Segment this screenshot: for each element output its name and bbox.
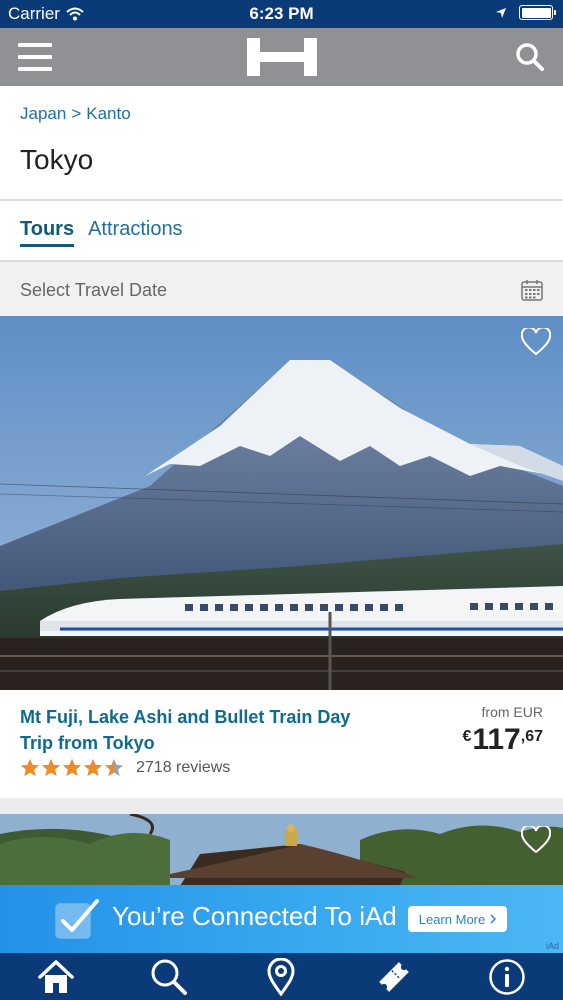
learn-more-label: Learn More: [418, 911, 486, 927]
tour-title[interactable]: Mt Fuji, Lake Ashi and Bullet Train Day …: [20, 704, 360, 756]
breadcrumb-separator: >: [71, 104, 82, 123]
star-icon: [63, 759, 81, 776]
divider: [0, 199, 563, 201]
chevron-right-icon: [490, 914, 497, 924]
learn-more-button[interactable]: Learn More: [408, 906, 507, 932]
travel-date-picker[interactable]: Select Travel Date: [0, 262, 563, 316]
tour-image[interactable]: [0, 316, 563, 690]
ticket-icon: [379, 961, 409, 992]
review-count: 2718 reviews: [136, 759, 231, 776]
calendar-icon[interactable]: [521, 279, 543, 301]
hamburger-menu-icon[interactable]: [18, 41, 52, 73]
temple-photo: [0, 814, 563, 886]
hostelworld-h-logo: [247, 38, 317, 76]
price-cents: ,67: [520, 728, 543, 745]
battery-icon: [519, 5, 556, 20]
breadcrumb-japan[interactable]: Japan: [20, 104, 66, 124]
tab-attractions[interactable]: Attractions: [88, 218, 182, 247]
favorite-heart-icon[interactable]: [521, 328, 551, 356]
breadcrumb-kanto[interactable]: Kanto: [86, 104, 130, 124]
status-bar: Carrier 6:23 PM: [0, 0, 563, 28]
iad-message: You’re Connected To iAd: [112, 901, 397, 931]
star-icon: [42, 759, 60, 776]
tabs: Tours Attractions: [20, 218, 183, 247]
rating-row: 2718 reviews: [20, 758, 230, 778]
star-icon: [84, 759, 102, 776]
star-icon: [105, 759, 123, 776]
price-currency: €: [462, 728, 472, 745]
nav-bar: [0, 28, 563, 86]
star-icon: [21, 759, 39, 776]
search-icon[interactable]: [515, 42, 545, 72]
status-time: 6:23 PM: [249, 4, 314, 23]
star-rating: [20, 758, 124, 778]
home-icon: [38, 959, 75, 993]
price-amount: 117: [472, 723, 521, 756]
breadcrumb: Japan > Kanto: [20, 104, 131, 124]
info-icon: [488, 958, 525, 995]
tour-image[interactable]: [0, 814, 563, 886]
location-pin-icon: [267, 957, 295, 996]
tab-bar-search[interactable]: [147, 955, 191, 999]
iad-banner[interactable]: You’re Connected To iAd Learn More iAd: [0, 885, 563, 953]
favorite-heart-icon[interactable]: [521, 826, 551, 854]
tab-bar-tickets[interactable]: [372, 955, 416, 999]
iad-tag: iAd: [545, 941, 559, 951]
tab-bar-info[interactable]: [485, 955, 529, 999]
bottom-tab-bar: [0, 953, 563, 1000]
search-icon: [151, 959, 187, 995]
location-arrow-icon: [496, 7, 506, 18]
tour-card[interactable]: Mt Fuji, Lake Ashi and Bullet Train Day …: [0, 690, 563, 800]
travel-date-label: Select Travel Date: [20, 280, 168, 300]
price-block: from EUR € 117 ,67: [462, 704, 543, 756]
checkmark-icon: [55, 899, 99, 939]
tab-bar-home[interactable]: [34, 955, 78, 999]
price-from-label: from EUR: [481, 704, 543, 720]
card-separator: [0, 798, 563, 814]
price: € 117 ,67: [462, 724, 543, 756]
mt-fuji-bullet-train-photo: [0, 316, 563, 690]
page-title: Tokyo: [20, 144, 94, 175]
tab-tours[interactable]: Tours: [20, 218, 75, 247]
tab-bar-nearby[interactable]: [259, 955, 303, 999]
